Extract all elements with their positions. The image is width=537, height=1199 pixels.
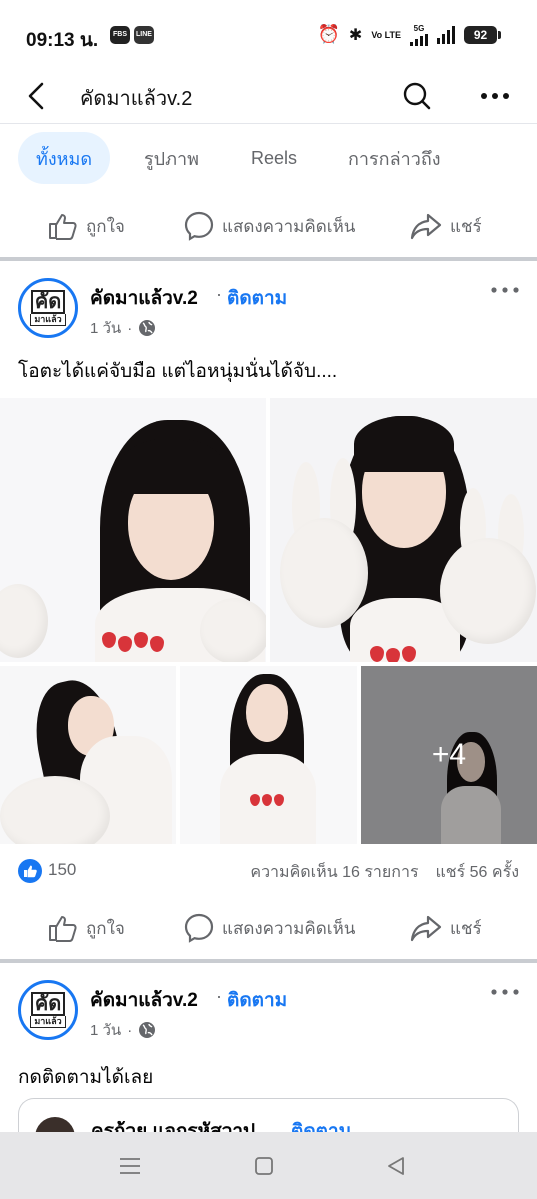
home-square-icon	[255, 1157, 273, 1175]
separator-dot: ·	[216, 284, 222, 304]
comment-bubble-icon	[184, 913, 214, 943]
post-more-button[interactable]	[487, 278, 523, 302]
share-arrow-icon	[410, 915, 442, 942]
post-divider	[0, 959, 537, 963]
follow-button[interactable]: ติดตาม	[227, 283, 287, 313]
globe-icon	[139, 1022, 156, 1038]
photo-1[interactable]	[0, 398, 266, 662]
avatar-text-top: คัด	[30, 290, 66, 314]
status-time: 09:13 น.	[26, 30, 99, 51]
line-app-icon: LINE	[134, 26, 154, 44]
volte-label: Vo LTE	[371, 30, 401, 40]
photo-3[interactable]	[0, 666, 176, 844]
tab-photos[interactable]: รูปภาพ	[144, 132, 199, 184]
signal-bars-icon	[437, 26, 455, 44]
recent-apps-button[interactable]	[110, 1152, 150, 1180]
share-label: แชร์	[450, 918, 482, 938]
avatar-text-bottom: มาแล้ว	[30, 314, 66, 326]
signal-5g-icon: 5G	[410, 24, 428, 46]
globe-icon	[139, 320, 156, 336]
share-arrow-icon	[410, 213, 442, 240]
filter-tabs: ทั้งหมด รูปภาพ Reels การกล่าวถึง	[0, 125, 537, 191]
comment-button[interactable]: แสดงความคิดเห็น	[184, 897, 355, 959]
status-indicators: ⏰ ✱ Vo LTE 5G 92	[317, 22, 501, 48]
back-arrow-icon	[28, 82, 44, 110]
page-header: คัดมาแล้วv.2	[0, 68, 537, 124]
avatar[interactable]: คัด มาแล้ว	[18, 278, 78, 338]
like-button[interactable]: ถูกใจ	[48, 897, 125, 959]
more-dots-icon	[481, 93, 509, 99]
fbs-app-icon: FBS	[110, 26, 130, 44]
thumbs-up-icon	[49, 214, 77, 240]
comments-shares-count[interactable]: ความคิดเห็น 16 รายการ แชร์ 56 ครั้ง	[250, 860, 519, 885]
back-button[interactable]	[20, 76, 52, 116]
post-divider	[0, 257, 537, 261]
page-title: คัดมาแล้วv.2	[80, 88, 193, 110]
post-time-text: 1 วัน	[90, 320, 122, 337]
system-back-button[interactable]	[376, 1152, 416, 1180]
search-button[interactable]	[397, 76, 437, 116]
status-bar: 09:13 น. FBS LINE ⏰ ✱ Vo LTE 5G 92	[0, 0, 537, 68]
photo-4[interactable]	[180, 666, 357, 844]
comment-bubble-icon	[184, 211, 214, 241]
post-time-text: 1 วัน	[90, 1022, 122, 1039]
post-more-button[interactable]	[487, 980, 523, 1004]
tab-mentions[interactable]: การกล่าวถึง	[348, 132, 441, 184]
comment-label: แสดงความคิดเห็น	[222, 216, 356, 236]
tab-reels[interactable]: Reels	[251, 132, 297, 184]
separator-dot: ·	[216, 986, 222, 1006]
system-nav-bar	[0, 1132, 537, 1199]
more-dots-icon	[491, 989, 519, 995]
share-count[interactable]: แชร์ 56 ครั้ง	[435, 864, 519, 881]
post-text: โอตะได้แค่จับมือ แต่ไอหนุ่มนั่นได้จับ...…	[18, 361, 338, 382]
home-button[interactable]	[244, 1152, 284, 1180]
share-button[interactable]: แชร์	[410, 195, 482, 257]
network-5g-label: 5G	[413, 24, 425, 33]
share-label: แชร์	[450, 216, 482, 236]
like-reaction-icon	[18, 859, 42, 883]
more-options-button[interactable]	[475, 76, 515, 116]
more-photos-count: +4	[431, 738, 467, 771]
post-actions: ถูกใจ แสดงความคิดเห็น แชร์	[0, 897, 537, 959]
thumbs-up-icon	[49, 916, 77, 942]
menu-lines-icon	[120, 1158, 140, 1174]
more-photos-overlay: +4	[361, 666, 537, 844]
tab-all[interactable]: ทั้งหมด	[18, 132, 111, 184]
alarm-icon: ⏰	[317, 24, 340, 45]
search-icon	[403, 82, 431, 110]
bluetooth-icon: ✱	[348, 25, 363, 44]
post-timestamp: 1 วัน ·	[90, 1018, 156, 1042]
comment-label: แสดงความคิดเห็น	[222, 918, 356, 938]
battery-icon: 92	[464, 26, 501, 44]
avatar-text-bottom: มาแล้ว	[30, 1016, 66, 1028]
post-text: กดติดตามได้เลย	[18, 1067, 154, 1088]
comment-button[interactable]: แสดงความคิดเห็น	[184, 195, 355, 257]
more-dots-icon	[491, 287, 519, 293]
post-author[interactable]: คัดมาแล้วv.2	[90, 283, 198, 313]
like-button[interactable]: ถูกใจ	[48, 195, 125, 257]
prev-post-actions: ถูกใจ แสดงความคิดเห็น แชร์	[0, 195, 537, 257]
share-button[interactable]: แชร์	[410, 897, 482, 959]
post-timestamp: 1 วัน ·	[90, 316, 156, 340]
back-triangle-icon	[388, 1157, 404, 1175]
like-count[interactable]: 150	[48, 860, 76, 880]
post-stats: 150 ความคิดเห็น 16 รายการ แชร์ 56 ครั้ง	[0, 848, 537, 892]
comment-count[interactable]: ความคิดเห็น 16 รายการ	[250, 864, 418, 881]
photo-5-more[interactable]: +4	[361, 666, 537, 844]
like-label: ถูกใจ	[86, 918, 125, 938]
photo-2[interactable]	[270, 398, 537, 662]
post-author[interactable]: คัดมาแล้วv.2	[90, 985, 198, 1015]
like-label: ถูกใจ	[86, 216, 125, 236]
follow-button[interactable]: ติดตาม	[227, 985, 287, 1015]
avatar[interactable]: คัด มาแล้ว	[18, 980, 78, 1040]
avatar-text-top: คัด	[30, 992, 66, 1016]
